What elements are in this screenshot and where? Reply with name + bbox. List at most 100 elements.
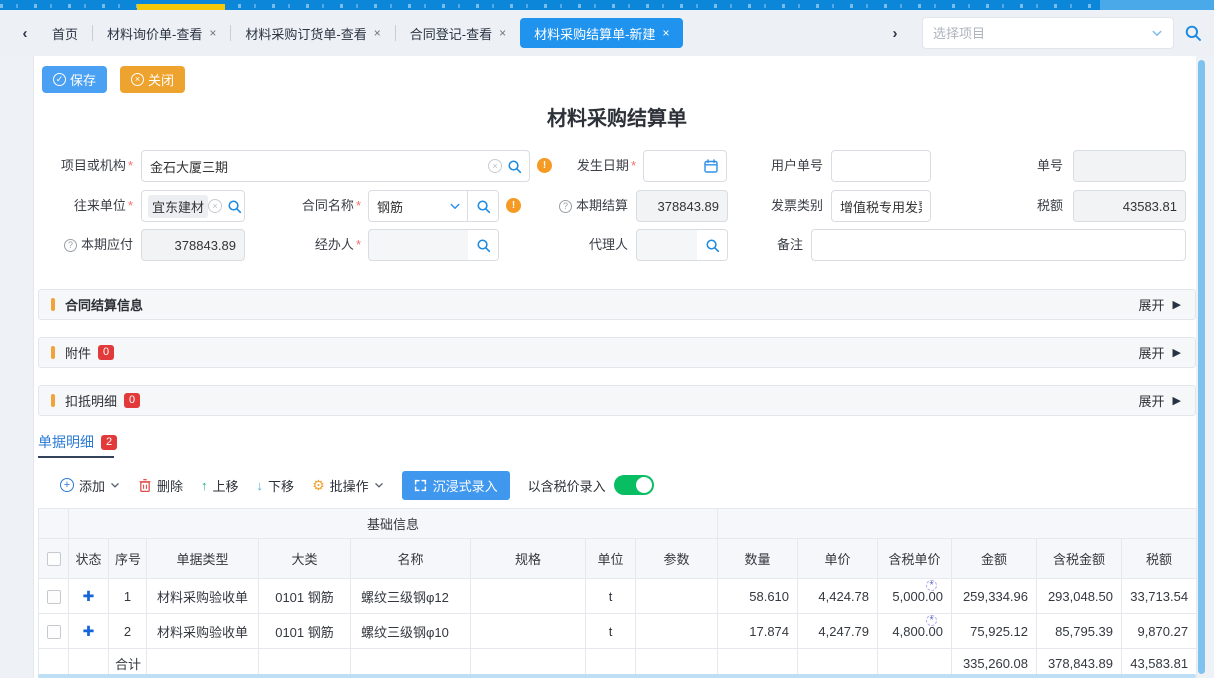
vertical-scrollbar[interactable] [1198,60,1205,674]
group-header-row: 基础信息 [39,509,1197,539]
arrow-up-icon: ↑ [201,478,208,493]
section-contract-settle-info[interactable]: 合同结算信息 展开 ▶ [38,289,1196,320]
tabs-scroll-left-icon[interactable]: ‹ [12,25,38,42]
tab-contract-register[interactable]: 合同登记-查看 × [396,18,520,48]
plus-circle-icon: + [60,478,74,492]
contract-search-zone[interactable] [468,191,498,221]
close-icon[interactable]: × [374,26,381,40]
info-icon[interactable]: ! [506,198,521,213]
chevron-down-icon[interactable] [449,200,461,212]
tab-detail-lines[interactable]: 单据明细 2 [38,432,117,452]
row-checkbox[interactable] [47,590,61,604]
handler-field[interactable] [368,229,499,261]
move-down-button[interactable]: ↓ 下移 [257,476,295,495]
tab-material-inquiry[interactable]: 材料询价单-查看 × [93,18,230,48]
date-field[interactable] [643,150,727,182]
add-row-icon[interactable]: ✚ [83,588,95,604]
remark-input[interactable] [812,238,1185,253]
help-icon[interactable]: ? [559,200,572,213]
calendar-icon[interactable] [703,158,719,174]
required-asterisk: * [128,158,133,173]
agent-search-zone[interactable] [697,230,727,260]
search-icon[interactable] [476,238,491,253]
move-up-button[interactable]: ↑ 上移 [201,476,239,495]
project-select-input[interactable] [933,26,1151,41]
chevron-down-icon [110,480,120,490]
info-icon[interactable]: ! [537,158,552,173]
expand-arrow-icon[interactable]: ▶ [1173,298,1181,311]
user-no-field[interactable] [831,150,931,182]
section-marker [51,298,55,311]
count-badge: 2 [101,435,117,450]
check-circle-icon: ✓ [53,73,66,86]
save-button[interactable]: ✓ 保存 [42,66,107,93]
global-search-icon[interactable] [1184,24,1202,42]
vendor-field[interactable]: 宜东建材 × [141,190,245,222]
agent-input[interactable] [637,238,697,253]
search-icon[interactable] [705,238,720,253]
add-row-icon[interactable]: ✚ [83,623,95,639]
vendor-label: 往来单位* [30,190,133,222]
clear-icon[interactable]: × [488,159,502,173]
chevron-down-icon[interactable] [1151,27,1163,39]
current-settle-label: ?本期结算 [528,190,628,222]
section-deduction-detail[interactable]: 扣抵明细 0 展开 ▶ [38,385,1196,416]
current-payable-label: ?本期应付 [30,229,133,261]
expand-button[interactable]: 展开 [1139,295,1165,314]
clear-icon[interactable]: × [208,199,222,213]
edited-cell-marker-icon: * [926,580,937,591]
expand-button[interactable]: 展开 [1139,343,1165,362]
tabs-scroll-right-icon[interactable]: › [882,25,908,42]
tab-purchase-order[interactable]: 材料采购订货单-查看 × [231,18,394,48]
expand-arrow-icon[interactable]: ▶ [1173,346,1181,359]
expand-arrow-icon[interactable]: ▶ [1173,394,1181,407]
tax-price-toggle[interactable] [614,475,654,495]
doc-no-label: 单号 [985,150,1063,182]
agent-field[interactable] [636,229,728,261]
tax-field [1073,190,1186,222]
search-icon[interactable] [507,159,522,174]
arrow-down-icon: ↓ [257,478,264,493]
contract-field[interactable] [368,190,499,222]
invoice-type-field[interactable] [831,190,931,222]
tab-settlement-new-active[interactable]: 材料采购结算单-新建 × [520,18,683,48]
close-button[interactable]: × 关闭 [120,66,185,93]
search-icon[interactable] [476,199,491,214]
contract-input[interactable] [369,199,424,214]
column-header-row: 状态 序号 单据类型 大类 名称 规格 单位 参数 数量 单价 含税单价 金额 … [39,539,1197,579]
remark-label: 备注 [733,229,803,261]
row-checkbox[interactable] [47,625,61,639]
tax-label: 税额 [985,190,1063,222]
project-field[interactable]: × [141,150,530,182]
invoice-type-input[interactable] [832,199,930,214]
project-select[interactable] [922,17,1174,49]
search-icon[interactable] [227,199,242,214]
count-badge: 0 [98,345,114,360]
project-input[interactable] [142,159,488,174]
contract-label: 合同名称* [258,190,361,222]
section-attachments[interactable]: 附件 0 展开 ▶ [38,337,1196,368]
page-title: 材料采购结算单 [38,102,1196,131]
detail-table: 基础信息 状态 序号 单据类型 大类 名称 规格 单位 参数 数量 单价 含税单… [38,508,1197,678]
immersive-entry-button[interactable]: 沉浸式录入 [402,471,510,500]
close-icon[interactable]: × [209,26,216,40]
vendor-selected-chip: 宜东建材 [148,195,208,218]
expand-button[interactable]: 展开 [1139,391,1165,410]
tab-home[interactable]: 首页 [38,18,92,48]
select-all-checkbox[interactable] [47,552,61,566]
user-no-input[interactable] [832,159,930,174]
horizontal-scrollbar[interactable] [38,674,1196,678]
handler-search-zone[interactable] [468,230,498,260]
date-input[interactable] [644,159,703,174]
close-icon[interactable]: × [499,26,506,40]
fullscreen-brackets-icon [414,479,427,492]
remark-field[interactable] [811,229,1186,261]
close-icon[interactable]: × [662,26,669,40]
handler-input[interactable] [369,238,468,253]
add-button[interactable]: + 添加 [60,476,120,495]
delete-button[interactable]: 删除 [138,476,183,495]
group-header-basic-info: 基础信息 [69,509,718,539]
table-row: ✚ 1 材料采购验收单 0101 钢筋 螺纹三级钢φ12 t 58.610 4,… [39,579,1197,614]
batch-operation-button[interactable]: ⚙ 批操作 [312,476,384,495]
help-icon[interactable]: ? [64,239,77,252]
